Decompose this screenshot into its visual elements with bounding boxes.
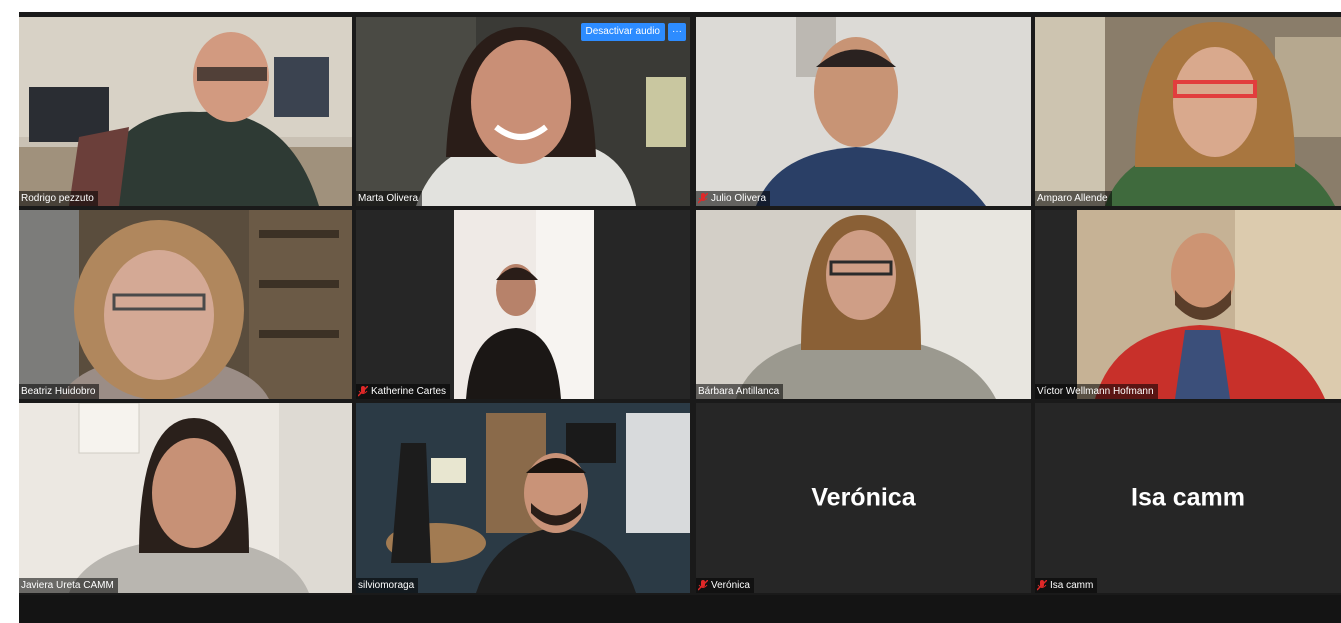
participant-display-name: Isa camm bbox=[1131, 483, 1245, 512]
participant-name-label: Beatriz Huidobro bbox=[19, 384, 100, 399]
participant-tile-julio[interactable]: Julio Olivera bbox=[696, 17, 1031, 206]
participant-tile-javiera[interactable]: Javiera Ureta CAMM bbox=[19, 403, 352, 593]
gallery-view: Rodrigo pezzuto Desactivar audio ··· Mar… bbox=[19, 12, 1341, 623]
participant-name-label: Isa camm bbox=[1035, 578, 1098, 593]
participant-name-label: Víctor Wellmann Hofmann bbox=[1035, 384, 1158, 399]
participant-video bbox=[356, 17, 690, 206]
tile-hover-controls: Desactivar audio ··· bbox=[580, 23, 686, 41]
meeting-bottom-bar bbox=[19, 595, 1341, 623]
participant-tile-victor[interactable]: Víctor Wellmann Hofmann bbox=[1035, 210, 1341, 399]
participant-name-label: Katherine Cartes bbox=[356, 384, 451, 399]
muted-mic-icon bbox=[698, 193, 708, 204]
participant-display-name: Verónica bbox=[811, 483, 916, 512]
participant-name-label: Rodrigo pezzuto bbox=[19, 191, 98, 206]
participant-tile-katherine[interactable]: Katherine Cartes bbox=[356, 210, 690, 399]
participant-name-label: Verónica bbox=[696, 578, 754, 593]
participant-tile-silvio[interactable]: silviomoraga bbox=[356, 403, 690, 593]
participant-name-label: silviomoraga bbox=[356, 578, 419, 593]
participant-video bbox=[696, 17, 1031, 206]
participant-video bbox=[19, 17, 352, 206]
participant-name-label: Bárbara Antillanca bbox=[696, 384, 784, 399]
participant-video bbox=[1035, 210, 1341, 399]
participant-name-label: Amparo Allende bbox=[1035, 191, 1112, 206]
muted-mic-icon bbox=[698, 580, 708, 591]
participant-video bbox=[19, 210, 352, 399]
participant-tile-isa[interactable]: Isa camm Isa camm bbox=[1035, 403, 1341, 593]
participant-tile-rodrigo[interactable]: Rodrigo pezzuto bbox=[19, 17, 352, 206]
participant-video bbox=[356, 403, 690, 593]
muted-mic-icon bbox=[1037, 580, 1047, 591]
participant-tile-amparo[interactable]: Amparo Allende bbox=[1035, 17, 1341, 206]
participant-tile-barbara[interactable]: Bárbara Antillanca bbox=[696, 210, 1031, 399]
muted-mic-icon bbox=[358, 386, 368, 397]
more-options-button[interactable]: ··· bbox=[668, 23, 686, 41]
participant-video bbox=[1035, 17, 1341, 206]
participant-name-label: Julio Olivera bbox=[696, 191, 771, 206]
participant-video bbox=[696, 210, 1031, 399]
participant-tile-beatriz[interactable]: Beatriz Huidobro bbox=[19, 210, 352, 399]
participant-video bbox=[356, 210, 690, 399]
participant-name-label: Marta Olivera bbox=[356, 191, 423, 206]
participant-tile-marta[interactable]: Desactivar audio ··· Marta Olivera bbox=[356, 17, 690, 206]
participant-tile-veronica[interactable]: Verónica Verónica bbox=[696, 403, 1031, 593]
mute-participant-button[interactable]: Desactivar audio bbox=[580, 23, 665, 41]
participant-name-label: Javiera Ureta CAMM bbox=[19, 578, 118, 593]
participant-video bbox=[19, 403, 352, 593]
